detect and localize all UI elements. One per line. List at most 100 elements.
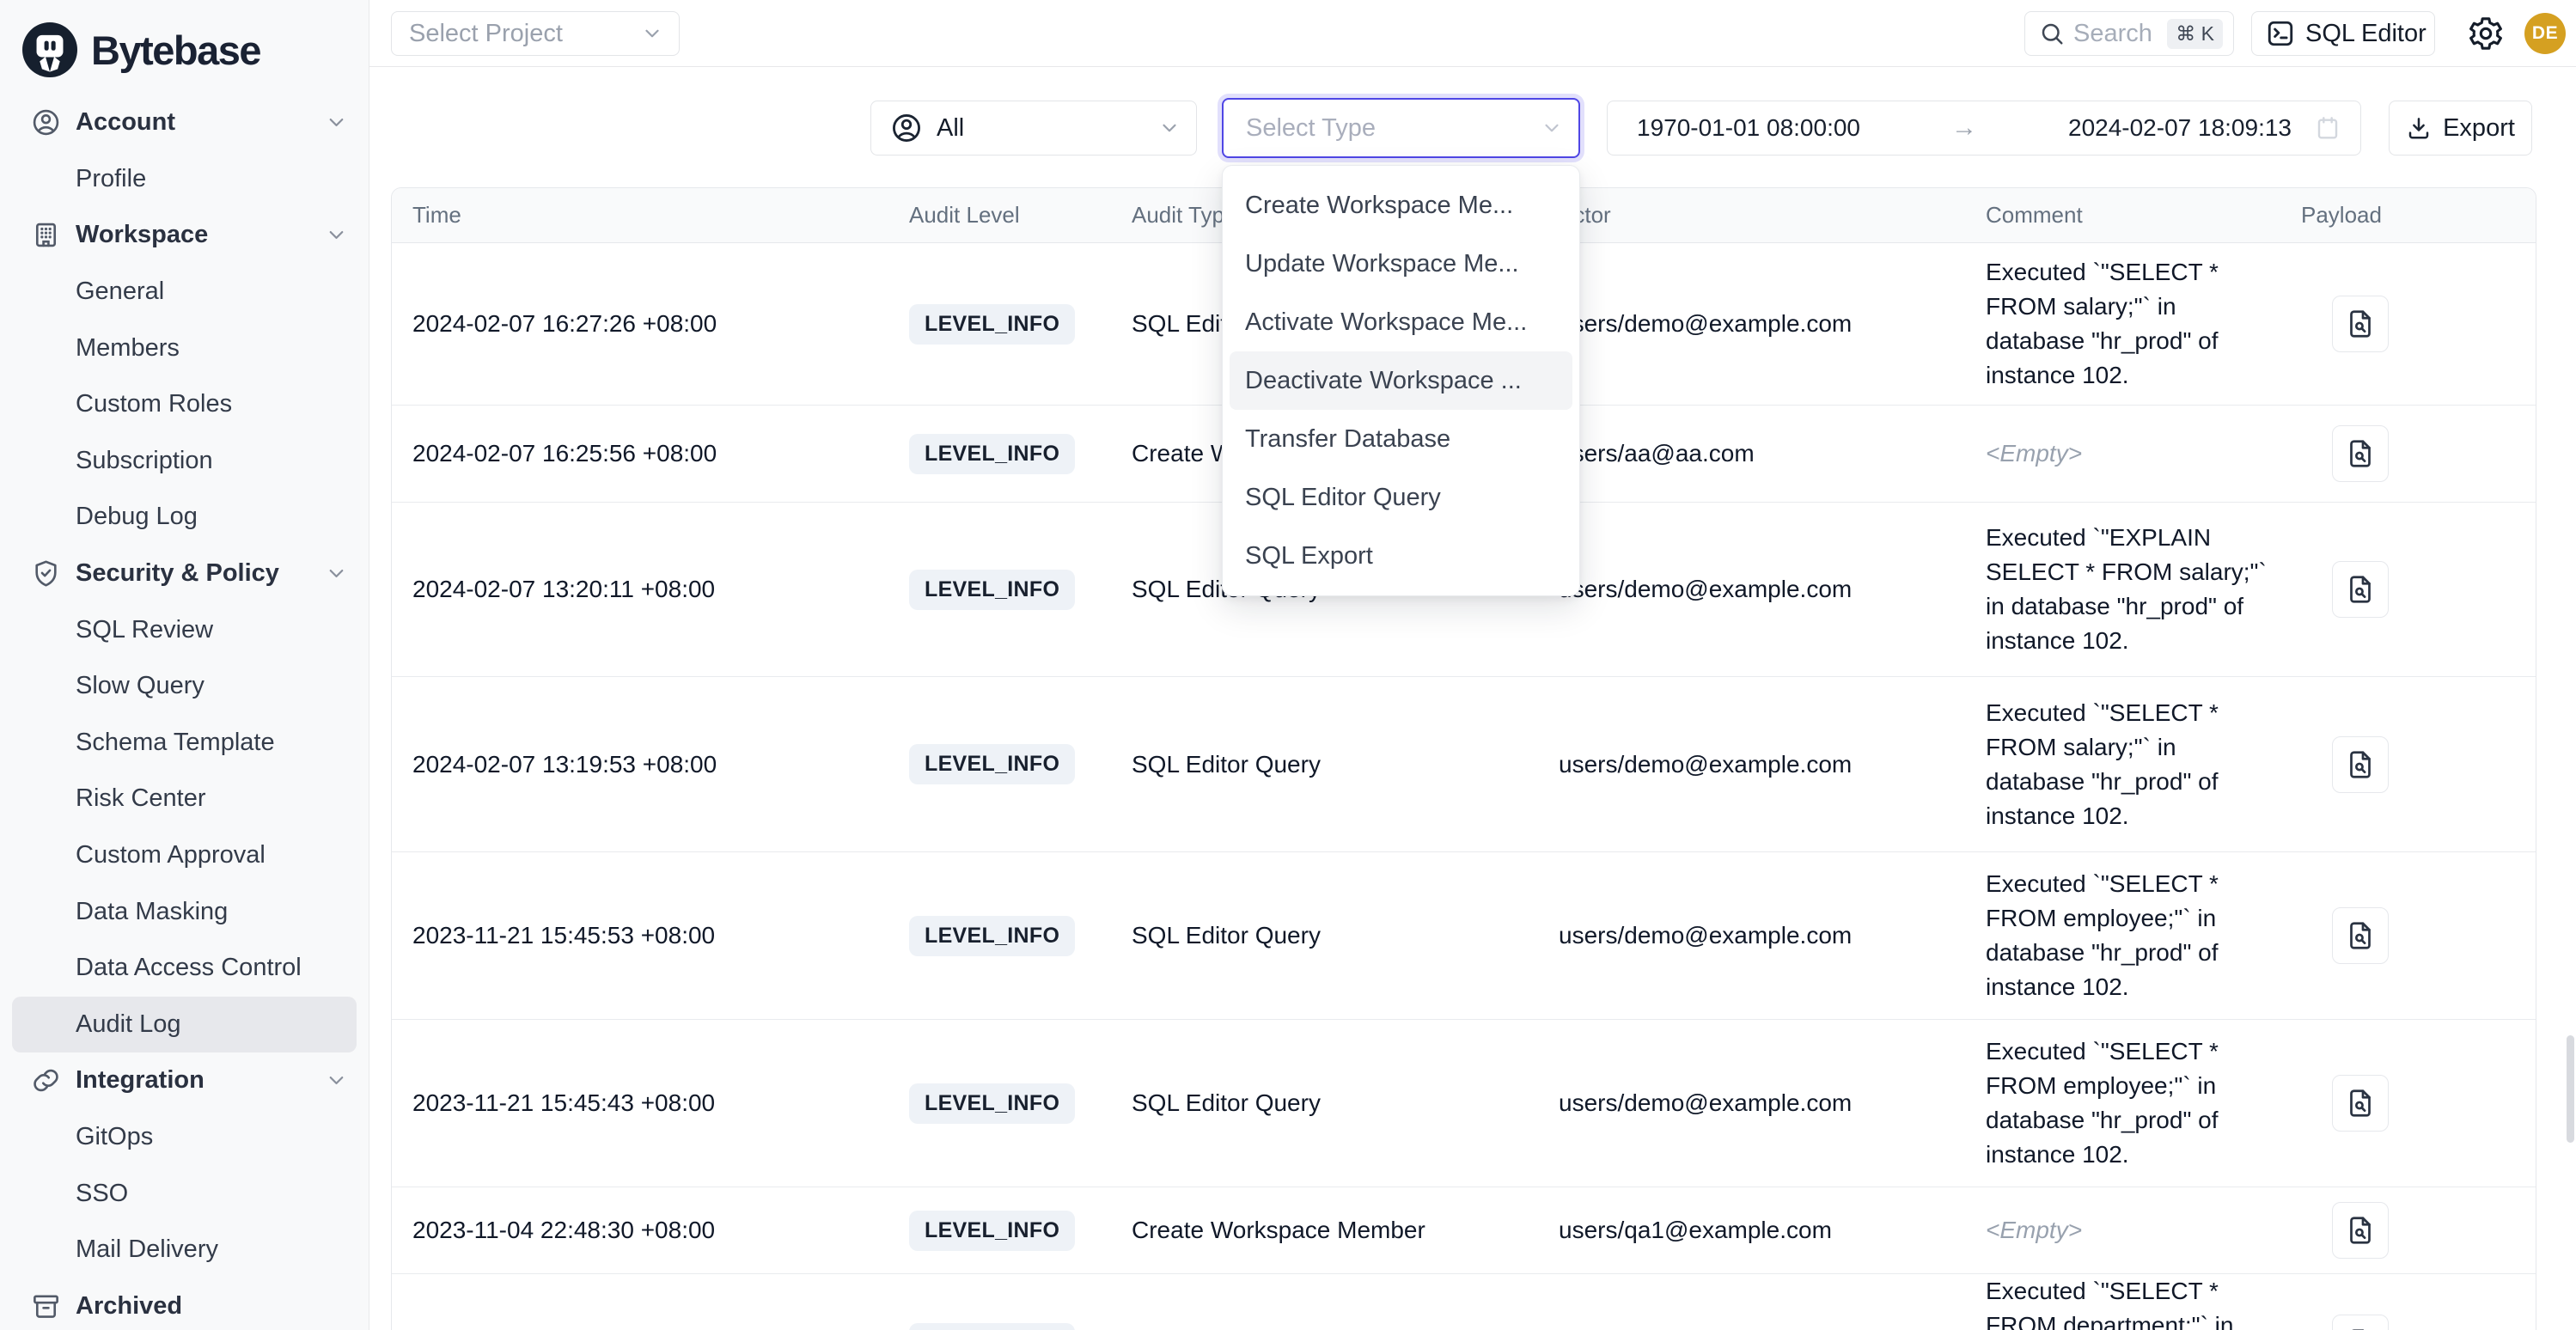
sidebar-item-audit-log[interactable]: Audit Log <box>12 997 357 1053</box>
bytebase-app: Bytebase Account Profile Workspace Gener… <box>0 0 2576 1330</box>
sidebar-item-label: SQL Review <box>76 616 213 644</box>
sidebar-item-label: Risk Center <box>76 784 206 813</box>
cell-audit-type: SQL Editor Query <box>1111 1274 1538 1330</box>
cell-comment: Executed `"SELECT * FROM department;"` i… <box>1965 1274 2280 1330</box>
sidebar-item-workspace[interactable]: Workspace <box>12 207 357 264</box>
sidebar-item-subscription[interactable]: Subscription <box>12 433 357 490</box>
audit-log-page: All Select Type 1970-01-01 08:00:00 → 20… <box>369 67 2576 1330</box>
type-filter-select[interactable]: Select Type <box>1222 98 1580 158</box>
sidebar-item-sql-review[interactable]: SQL Review <box>12 601 357 658</box>
payload-view-button[interactable] <box>2332 561 2389 618</box>
table-row: 2024-02-07 13:19:53 +08:00 LEVEL_INFO SQ… <box>392 676 2536 851</box>
date-range-end[interactable]: 2024-02-07 18:09:13 <box>2068 114 2292 142</box>
sidebar-item-label: Archived <box>76 1292 182 1321</box>
sidebar-item-risk-center[interactable]: Risk Center <box>12 771 357 827</box>
payload-view-button[interactable] <box>2332 296 2389 352</box>
sidebar-item-security-policy[interactable]: Security & Policy <box>12 546 357 602</box>
export-label: Export <box>2443 114 2515 143</box>
payload-view-button[interactable] <box>2332 736 2389 793</box>
cell-audit-level: LEVEL_INFO <box>888 852 1111 1019</box>
search-icon <box>2039 21 2065 46</box>
cell-time: 2024-02-07 13:19:53 +08:00 <box>392 677 888 851</box>
sidebar-item-custom-approval[interactable]: Custom Approval <box>12 827 357 884</box>
terminal-icon <box>2266 19 2295 48</box>
sidebar-item-data-access-control[interactable]: Data Access Control <box>12 940 357 997</box>
menu-item-create-workspace-me[interactable]: Create Workspace Me... <box>1230 176 1572 235</box>
sidebar-item-profile[interactable]: Profile <box>12 151 357 208</box>
export-button[interactable]: Export <box>2389 101 2532 156</box>
cell-payload <box>2280 406 2537 502</box>
level-badge: LEVEL_INFO <box>909 570 1075 610</box>
menu-item-sql-export[interactable]: SQL Export <box>1230 527 1572 585</box>
cell-audit-level: LEVEL_INFO <box>888 1187 1111 1273</box>
cell-comment: <Empty> <box>1965 406 2280 502</box>
scrollbar-thumb[interactable] <box>2567 1035 2574 1143</box>
sidebar-item-label: Subscription <box>76 447 213 475</box>
sidebar-item-general[interactable]: General <box>12 264 357 320</box>
sidebar-item-schema-template[interactable]: Schema Template <box>12 715 357 772</box>
cell-payload <box>2280 677 2537 851</box>
payload-view-button[interactable] <box>2332 1075 2389 1132</box>
sidebar-item-integration[interactable]: Integration <box>12 1052 357 1109</box>
cell-actor: users/demo@example.com <box>1538 677 1965 851</box>
sidebar-item-sso[interactable]: SSO <box>12 1165 357 1222</box>
sidebar-item-mail-delivery[interactable]: Mail Delivery <box>12 1222 357 1278</box>
gear-icon[interactable] <box>2467 15 2505 52</box>
chevron-down-icon <box>325 1069 348 1092</box>
sidebar-item-account[interactable]: Account <box>12 95 357 151</box>
sidebar-item-label: Audit Log <box>76 1010 181 1039</box>
user-circle-icon <box>890 112 923 144</box>
cell-time: 2023-11-21 15:45:43 +08:00 <box>392 1020 888 1187</box>
cell-actor: users/aa@aa.com <box>1538 406 1965 502</box>
payload-view-button[interactable] <box>2332 1202 2389 1259</box>
menu-item-update-workspace-me[interactable]: Update Workspace Me... <box>1230 235 1572 293</box>
project-select[interactable]: Select Project <box>391 11 680 56</box>
chevron-down-icon <box>1541 117 1563 139</box>
menu-item-sql-editor-query[interactable]: SQL Editor Query <box>1230 468 1572 527</box>
payload-view-button[interactable] <box>2332 425 2389 482</box>
cell-audit-level: LEVEL_INFO <box>888 503 1111 676</box>
avatar[interactable]: DE <box>2524 13 2566 54</box>
search-input[interactable]: Search ⌘ K <box>2024 11 2234 56</box>
sidebar-item-custom-roles[interactable]: Custom Roles <box>12 376 357 433</box>
sidebar-item-debug-log[interactable]: Debug Log <box>12 489 357 546</box>
level-badge: LEVEL_INFO <box>909 1323 1075 1330</box>
sidebar-item-archived[interactable]: Archived <box>12 1278 357 1330</box>
menu-item-activate-workspace-me[interactable]: Activate Workspace Me... <box>1230 293 1572 351</box>
comment-text: Executed `"SELECT * FROM employee;"` in … <box>1986 867 2267 1004</box>
arrow-right-icon: → <box>1867 113 2061 143</box>
sql-editor-button[interactable]: SQL Editor <box>2251 11 2435 56</box>
chevron-down-icon <box>325 562 348 585</box>
sidebar-item-slow-query[interactable]: Slow Query <box>12 658 357 715</box>
date-range-picker[interactable]: 1970-01-01 08:00:00 → 2024-02-07 18:09:1… <box>1607 101 2361 156</box>
sidebar-item-gitops[interactable]: GitOps <box>12 1109 357 1166</box>
sidebar-item-members[interactable]: Members <box>12 320 357 376</box>
chevron-down-icon <box>325 223 348 247</box>
bytebase-logo[interactable]: Bytebase <box>0 0 369 86</box>
comment-text: Executed `"SELECT * FROM employee;"` in … <box>1986 1034 2267 1172</box>
actor-filter-select[interactable]: All <box>870 101 1197 156</box>
sidebar-item-label: Integration <box>76 1066 204 1095</box>
sidebar-item-data-masking[interactable]: Data Masking <box>12 883 357 940</box>
cell-payload <box>2280 503 2537 676</box>
comment-text: Executed `"SELECT * FROM salary;"` in da… <box>1986 255 2267 393</box>
cell-payload <box>2280 852 2537 1019</box>
sidebar-item-label: Profile <box>76 165 146 193</box>
shield-check-icon <box>31 558 61 589</box>
sidebar-item-label: Custom Roles <box>76 390 232 418</box>
chevron-down-icon <box>641 22 663 45</box>
cell-payload <box>2280 1187 2537 1273</box>
payload-view-button[interactable] <box>2332 907 2389 964</box>
payload-view-button[interactable] <box>2332 1315 2389 1330</box>
download-icon <box>2406 115 2432 141</box>
comment-empty: <Empty> <box>1986 436 2082 471</box>
project-select-placeholder: Select Project <box>409 20 563 48</box>
menu-item-deactivate-workspace[interactable]: Deactivate Workspace ... <box>1230 351 1572 410</box>
building-icon <box>31 220 61 250</box>
cell-comment: Executed `"EXPLAIN SELECT * FROM salary;… <box>1965 503 2280 676</box>
column-header-audit-level: Audit Level <box>888 188 1111 242</box>
menu-item-transfer-database[interactable]: Transfer Database <box>1230 410 1572 468</box>
calendar-icon <box>2314 114 2341 142</box>
sidebar-item-label: Debug Log <box>76 503 198 531</box>
date-range-start[interactable]: 1970-01-01 08:00:00 <box>1637 114 1860 142</box>
